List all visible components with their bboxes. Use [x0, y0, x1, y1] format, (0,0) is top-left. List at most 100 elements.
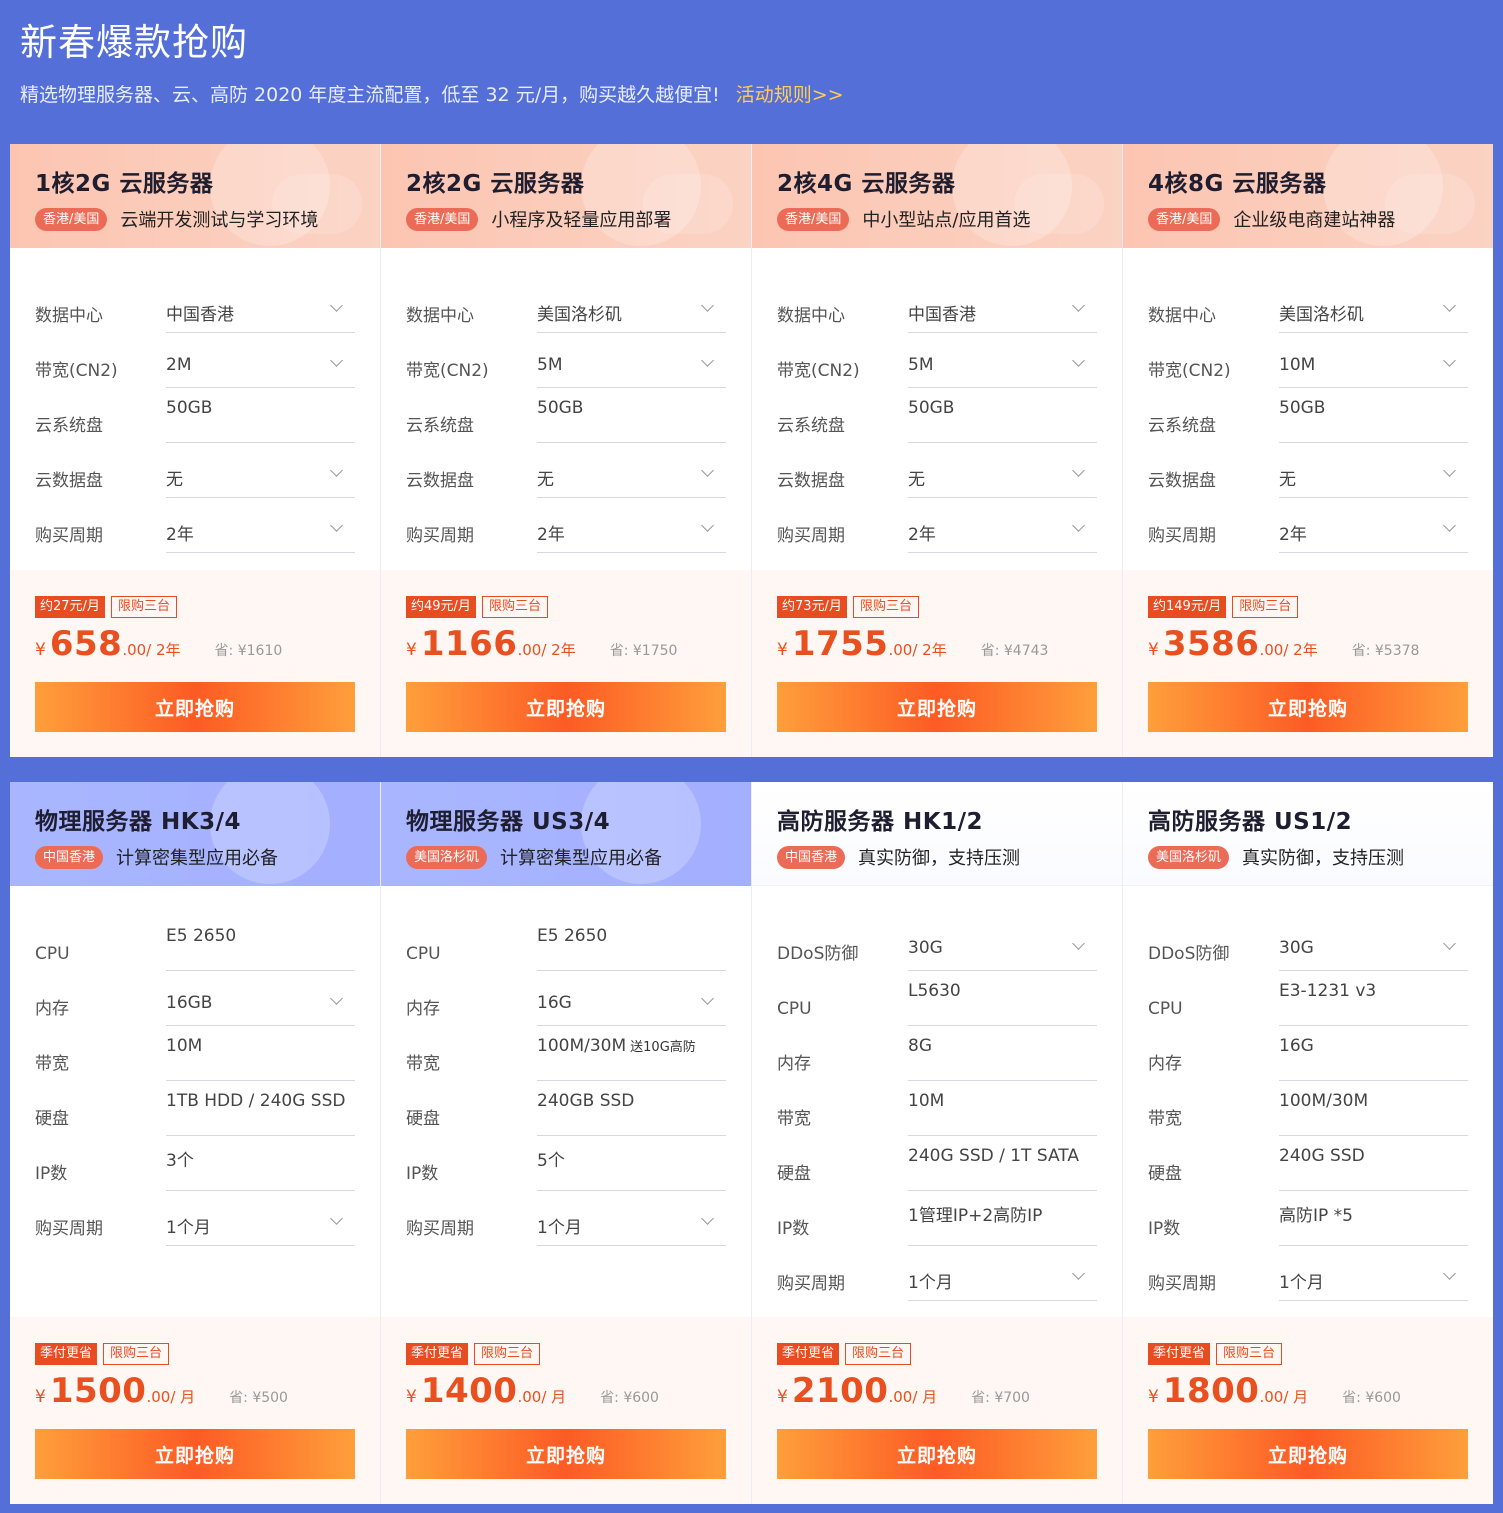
spec-list: CPU E5 2650 内存 16GB 带宽 10M 硬盘 1TB HDD / … [10, 886, 380, 1246]
card-header: 2核2G 云服务器 香港/美国 小程序及轻量应用部署 [381, 144, 751, 248]
datacenter-select[interactable]: 中国香港 [908, 287, 1097, 333]
spec-label: 硬盘 [1148, 1164, 1182, 1184]
buy-now-button[interactable]: 立即抢购 [35, 1429, 355, 1479]
spec-label: CPU [35, 944, 70, 964]
spec-label: 硬盘 [35, 1109, 69, 1129]
price-unit: .00/ 月 [146, 1388, 196, 1406]
period-select[interactable]: 1个月 [1279, 1255, 1468, 1301]
spec-label: CPU [1148, 999, 1183, 1019]
datacenter-select[interactable]: 中国香港 [166, 287, 355, 333]
chevron-down-icon [701, 992, 714, 1005]
data-disk-select[interactable]: 无 [166, 452, 355, 498]
spec-list: 数据中心 美国洛杉矶 带宽(CN2) 10M 云系统盘 50GB 云数据盘 无 … [1123, 248, 1493, 553]
bandwidth-select[interactable]: 5M [908, 342, 1097, 388]
limit-tag: 限购三台 [852, 596, 919, 618]
select-value: 中国香港 [908, 305, 976, 325]
chevron-down-icon [1072, 519, 1085, 532]
buy-now-button[interactable]: 立即抢购 [777, 1429, 1097, 1479]
price-amount: 1755 [791, 624, 889, 664]
memory-select[interactable]: 16GB [166, 980, 355, 1026]
spec-label: 云系统盘 [406, 416, 474, 436]
buy-now-button[interactable]: 立即抢购 [406, 1429, 726, 1479]
currency-symbol: ¥ [35, 1387, 46, 1407]
price-area: 季付更省 限购三台 ¥ 1800 .00/ 月 省: ¥600 立即抢购 [1123, 1317, 1493, 1504]
buy-now-button[interactable]: 立即抢购 [35, 682, 355, 732]
period-select[interactable]: 1个月 [537, 1200, 726, 1246]
period-select[interactable]: 2年 [537, 507, 726, 553]
spec-row-period: 购买周期 2年 [1148, 498, 1468, 553]
ddos-select[interactable]: 30G [908, 925, 1097, 971]
buy-now-button[interactable]: 立即抢购 [406, 682, 726, 732]
memory-value: 16G [1279, 1036, 1468, 1081]
spec-row-disk: 硬盘 240G SSD [1148, 1136, 1468, 1191]
memory-select[interactable]: 16G [537, 980, 726, 1026]
activity-rules-link[interactable]: 活动规则>> [736, 84, 844, 106]
spec-row-bandwidth: 带宽(CN2) 5M [777, 333, 1097, 388]
system-disk-value: 50GB [908, 398, 1097, 443]
spec-row-system-disk: 云系统盘 50GB [406, 388, 726, 443]
cloud-card: 2核4G 云服务器 香港/美国 中小型站点/应用首选 数据中心 中国香港 带宽(… [752, 144, 1123, 757]
bandwidth-select[interactable]: 10M [1279, 342, 1468, 388]
spec-row-period: 购买周期 1个月 [35, 1191, 355, 1246]
card-description: 计算密集型应用必备 [500, 848, 663, 869]
spec-row-system-disk: 云系统盘 50GB [1148, 388, 1468, 443]
buy-now-button[interactable]: 立即抢购 [777, 682, 1097, 732]
spec-label: 购买周期 [777, 526, 845, 546]
cpu-value: E5 2650 [537, 926, 726, 971]
spec-label: 云系统盘 [777, 416, 845, 436]
saved-prefix: 省: ¥ [980, 643, 1013, 659]
bandwidth-select[interactable]: 5M [537, 342, 726, 388]
ddos-select[interactable]: 30G [1279, 925, 1468, 971]
buy-now-button[interactable]: 立即抢购 [1148, 1429, 1468, 1479]
chevron-down-icon [1443, 464, 1456, 477]
period-select[interactable]: 1个月 [908, 1255, 1097, 1301]
data-disk-select[interactable]: 无 [1279, 452, 1468, 498]
saved-amount: 省: ¥600 [600, 1387, 659, 1407]
saved-prefix: 省: ¥ [229, 1390, 262, 1406]
spec-list: 数据中心 中国香港 带宽(CN2) 5M 云系统盘 50GB 云数据盘 无 购买… [752, 248, 1122, 553]
spec-row-ip: IP数 5个 [406, 1136, 726, 1191]
server-card: 高防服务器 HK1/2 中国香港 真实防御，支持压测 DDoS防御 30G CP… [752, 782, 1123, 1504]
period-select[interactable]: 2年 [1279, 507, 1468, 553]
saved-value: 700 [1003, 1390, 1030, 1406]
period-select[interactable]: 2年 [908, 507, 1097, 553]
spec-row-bandwidth: 带宽(CN2) 10M [1148, 333, 1468, 388]
price-area: 季付更省 限购三台 ¥ 2100 .00/ 月 省: ¥700 立即抢购 [752, 1317, 1122, 1504]
spec-row-period: 购买周期 1个月 [406, 1191, 726, 1246]
bandwidth-select[interactable]: 2M [166, 342, 355, 388]
period-select[interactable]: 1个月 [166, 1200, 355, 1246]
saved-amount: 省: ¥600 [1342, 1387, 1401, 1407]
datacenter-select[interactable]: 美国洛杉矶 [537, 287, 726, 333]
chevron-down-icon [1072, 299, 1085, 312]
price-area: 约27元/月 限购三台 ¥ 658 .00/ 2年 省: ¥1610 立即抢购 [10, 570, 380, 757]
cloud-server-row: 1核2G 云服务器 香港/美国 云端开发测试与学习环境 数据中心 中国香港 带宽… [10, 144, 1493, 757]
spec-row-data-disk: 云数据盘 无 [777, 443, 1097, 498]
spec-label: 云数据盘 [35, 471, 103, 491]
card-header: 物理服务器 HK3/4 中国香港 计算密集型应用必备 [10, 782, 380, 886]
data-disk-select[interactable]: 无 [908, 452, 1097, 498]
ip-value: 1管理IP+2高防IP [908, 1201, 1097, 1246]
disk-value: 1TB HDD / 240G SSD [166, 1091, 355, 1136]
select-value: 2M [166, 355, 192, 375]
spec-label: CPU [406, 944, 441, 964]
bandwidth-text: 100M/30M [537, 1036, 627, 1056]
card-description: 真实防御，支持压测 [858, 848, 1021, 869]
period-select[interactable]: 2年 [166, 507, 355, 553]
page-title: 新春爆款抢购 [20, 21, 248, 64]
saved-value: 5378 [1383, 643, 1420, 659]
card-header: 高防服务器 HK1/2 中国香港 真实防御，支持压测 [752, 782, 1122, 886]
data-disk-select[interactable]: 无 [537, 452, 726, 498]
price-unit: .00/ 2年 [122, 641, 181, 659]
buy-now-button[interactable]: 立即抢购 [1148, 682, 1468, 732]
datacenter-select[interactable]: 美国洛杉矶 [1279, 287, 1468, 333]
cpu-value: E3-1231 v3 [1279, 981, 1468, 1026]
price-amount: 1166 [420, 624, 518, 664]
saved-amount: 省: ¥1750 [610, 640, 678, 660]
page-header: 新春爆款抢购 精选物理服务器、云、高防 2020 年度主流配置，低至 32 元/… [0, 0, 1503, 144]
select-value: 30G [908, 938, 943, 958]
spec-label: 云数据盘 [406, 471, 474, 491]
ip-value: 高防IP *5 [1279, 1201, 1468, 1246]
spec-label: 硬盘 [777, 1164, 811, 1184]
ddos-gift-note: 送10G高防 [630, 1040, 696, 1055]
card-title: 4核8G 云服务器 [1148, 171, 1327, 197]
